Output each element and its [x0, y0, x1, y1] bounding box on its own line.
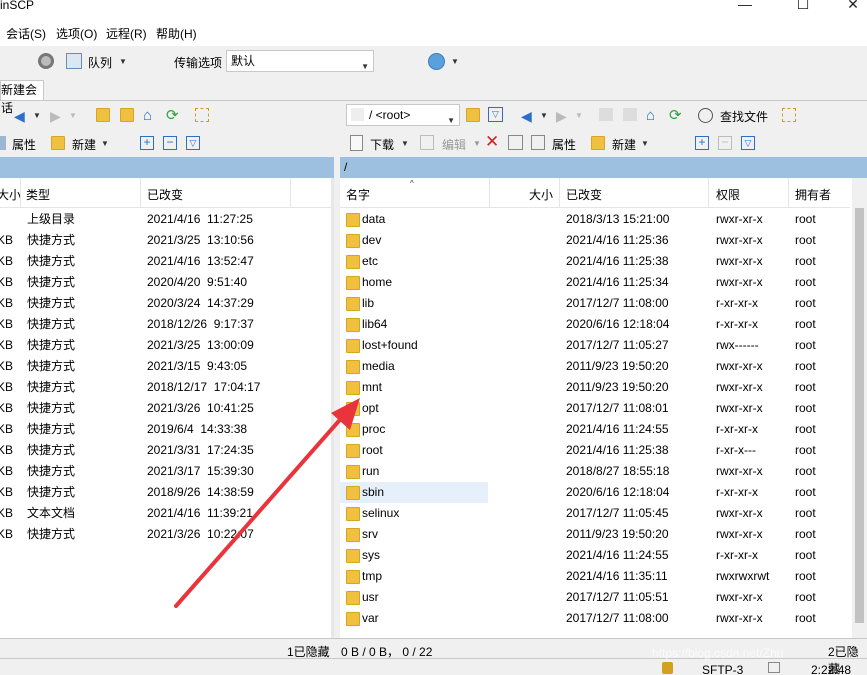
protocol-status: SFTP-3: [702, 663, 744, 675]
status-bar: 1已隐藏 0 B / 0 B， 0 / 22 2已隐藏 SFTP-3 2:22:…: [0, 638, 867, 675]
elapsed-time: 2:22:48: [811, 663, 852, 675]
arrow-shaft: [174, 412, 347, 608]
computer-icon: [768, 662, 780, 673]
lock-icon: [662, 662, 673, 674]
annotation-arrow: [174, 398, 360, 608]
watermark-text: https://blog.csdn.net/Zhu: [652, 646, 784, 660]
status-divider: [0, 638, 867, 639]
